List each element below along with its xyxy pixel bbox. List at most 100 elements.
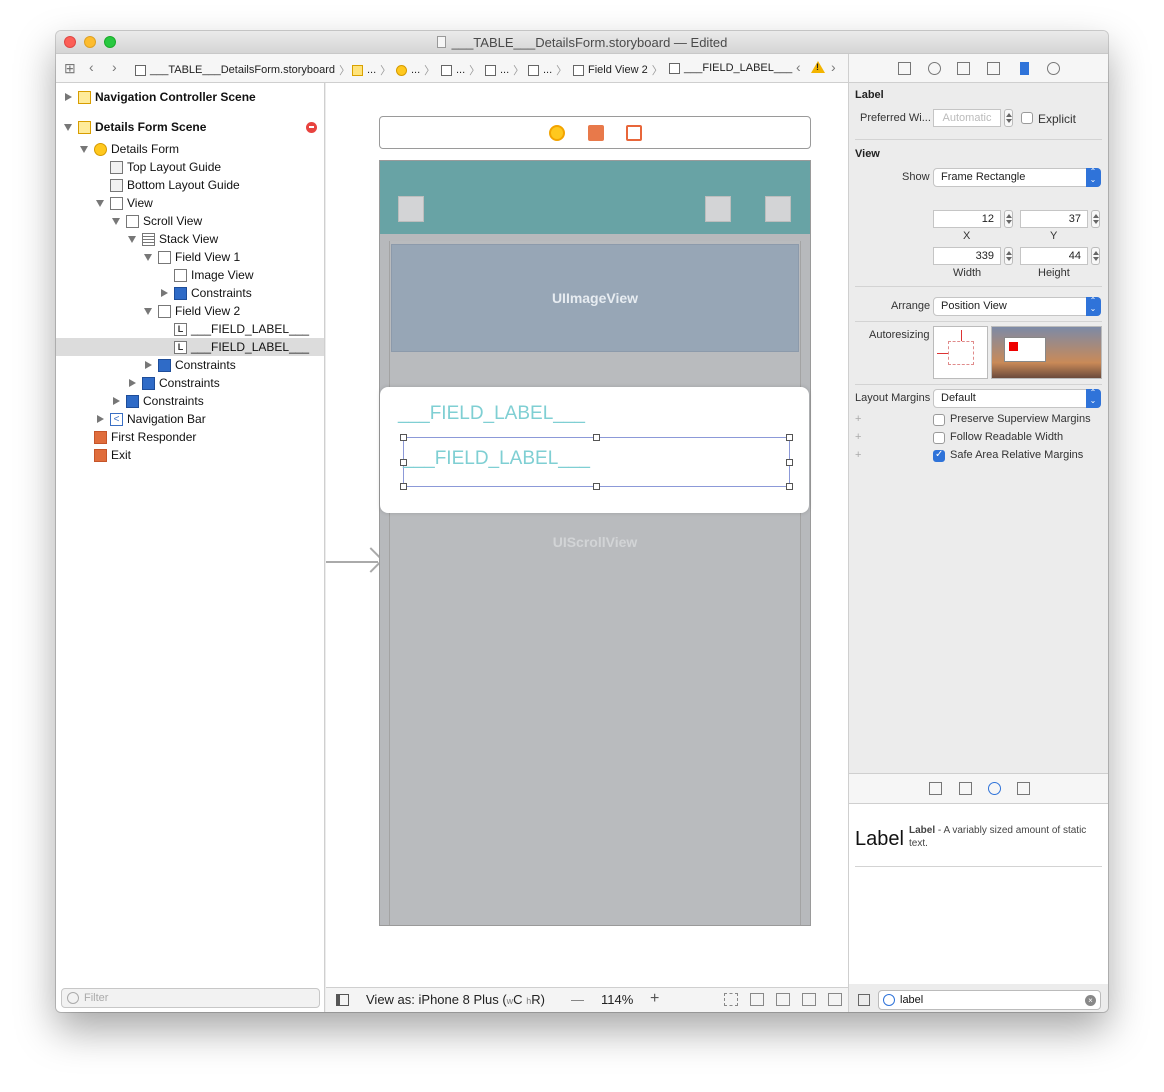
layout-margins-popup[interactable]: Default [933, 389, 1101, 408]
disclosure-triangle-icon[interactable] [80, 145, 88, 153]
disclosure-triangle-icon[interactable] [64, 123, 72, 131]
disclosure-triangle-icon[interactable] [145, 361, 152, 369]
y-stepper[interactable] [1091, 210, 1100, 228]
width-field[interactable]: 339 [933, 247, 1001, 265]
height-field[interactable]: 44 [1020, 247, 1088, 265]
view-as-device-button[interactable]: View as: iPhone 8 Plus (wC hR) [366, 992, 545, 1007]
outline-row-view[interactable]: View [56, 194, 324, 212]
variation-plus-button[interactable]: + [855, 413, 861, 425]
bar-button-item[interactable] [705, 196, 731, 222]
outline-row-field-label-selected[interactable]: L ___FIELD_LABEL___ [56, 338, 324, 356]
segue-arrow-icon[interactable] [326, 561, 378, 563]
variation-plus-button[interactable]: + [855, 431, 861, 443]
navigation-bar[interactable] [380, 161, 810, 234]
resize-handle[interactable] [400, 483, 407, 490]
add-constraints-icon[interactable] [802, 993, 816, 1006]
autoresizing-mask-editor[interactable] [933, 326, 988, 379]
update-frames-icon[interactable] [724, 993, 738, 1006]
library-filter-input[interactable]: label × [878, 990, 1101, 1010]
attributes-inspector-icon[interactable] [987, 62, 1000, 75]
outline-row-constraints[interactable]: Constraints [56, 284, 324, 302]
outline-filter-input[interactable]: Filter [61, 988, 320, 1008]
x-stepper[interactable] [1004, 210, 1013, 228]
scene-error-icon[interactable] [306, 122, 317, 133]
disclosure-triangle-icon[interactable] [65, 93, 72, 101]
resize-handle[interactable] [593, 483, 600, 490]
disclosure-triangle-icon[interactable] [144, 307, 152, 315]
resize-handle[interactable] [786, 434, 793, 441]
jump-bar-item-controller[interactable]: ... 〉 [396, 62, 439, 78]
disclosure-triangle-icon[interactable] [129, 379, 136, 387]
clear-filter-button[interactable]: × [1085, 995, 1096, 1006]
embed-in-stack-icon[interactable] [750, 993, 764, 1006]
jump-bar-item-scroll-view[interactable]: ... 〉 [485, 62, 528, 78]
field-label[interactable]: ___FIELD_LABEL___ [398, 403, 585, 425]
related-items-icon[interactable]: ⊞ [64, 60, 76, 77]
outline-row-stack-view[interactable]: Stack View [56, 230, 324, 248]
left-strut[interactable] [937, 353, 948, 354]
disclosure-triangle-icon[interactable] [113, 397, 120, 405]
align-icon[interactable] [776, 993, 790, 1006]
resolve-issues-icon[interactable] [828, 993, 842, 1006]
jump-bar-item-storyboard[interactable]: ___TABLE___DetailsForm.storyboard 〉 [135, 62, 354, 78]
warning-icon[interactable]: ! [811, 61, 825, 73]
first-responder-icon[interactable] [588, 125, 604, 141]
outline-row-field-view-1[interactable]: Field View 1 [56, 248, 324, 266]
bar-button-item[interactable] [398, 196, 424, 222]
details-form-view[interactable]: UIImageView UIScrollView [379, 160, 811, 926]
preferred-width-field[interactable]: Automatic [933, 109, 1001, 127]
next-issue-button[interactable]: › [831, 59, 836, 75]
outline-row-exit[interactable]: Exit [56, 446, 324, 464]
jump-bar-item-scene[interactable]: ... 〉 [352, 62, 395, 78]
object-library-icon[interactable] [988, 782, 1001, 795]
size-inspector-icon[interactable] [1020, 62, 1029, 75]
variation-plus-button[interactable]: + [855, 449, 861, 461]
media-library-icon[interactable] [1017, 782, 1030, 795]
disclosure-triangle-icon[interactable] [128, 235, 136, 243]
bar-button-item[interactable] [765, 196, 791, 222]
view-controller-icon[interactable] [549, 125, 565, 141]
library-item-preview[interactable]: Label [855, 828, 904, 851]
jump-bar-item-stack-view[interactable]: ... 〉 [528, 62, 571, 78]
show-popup[interactable]: Frame Rectangle [933, 168, 1101, 187]
connections-inspector-icon[interactable] [1047, 62, 1060, 75]
disclosure-triangle-icon[interactable] [112, 217, 120, 225]
resize-handle[interactable] [400, 434, 407, 441]
outline-row-field-label[interactable]: L ___FIELD_LABEL___ [56, 320, 324, 338]
top-strut[interactable] [961, 330, 962, 341]
resize-handle[interactable] [786, 459, 793, 466]
outline-row-scroll-view[interactable]: Scroll View [56, 212, 324, 230]
zoom-in-button[interactable]: + [650, 990, 659, 1008]
back-button[interactable]: ‹ [89, 59, 94, 75]
outline-row-image-view[interactable]: Image View [56, 266, 324, 284]
jump-bar-item-field-view-2[interactable]: Field View 2 〉 [573, 62, 667, 78]
outline-row-navigation-bar[interactable]: < Navigation Bar [56, 410, 324, 428]
forward-button[interactable]: › [112, 59, 117, 75]
resize-handle[interactable] [593, 434, 600, 441]
disclosure-triangle-icon[interactable] [97, 415, 104, 423]
height-stepper[interactable] [1091, 247, 1100, 265]
field-view-2[interactable]: ___FIELD_LABEL___ ___FIELD_LABEL___ [380, 387, 809, 513]
zoom-out-button[interactable]: — [571, 992, 584, 1007]
storyboard-canvas[interactable]: UIImageView UIScrollView ___FIELD_LABEL_… [326, 83, 848, 987]
exit-icon[interactable] [626, 125, 642, 141]
field-label-selected[interactable]: ___FIELD_LABEL___ [403, 448, 590, 470]
explicit-checkbox[interactable] [1021, 112, 1033, 124]
x-field[interactable]: 12 [933, 210, 1001, 228]
outline-row-top-layout-guide[interactable]: Top Layout Guide [56, 158, 324, 176]
jump-bar-item-view[interactable]: ... 〉 [441, 62, 484, 78]
disclosure-triangle-icon[interactable] [96, 199, 104, 207]
file-template-library-icon[interactable] [929, 782, 942, 795]
safe-area-relative-margins-checkbox[interactable] [933, 449, 945, 462]
disclosure-triangle-icon[interactable] [144, 253, 152, 261]
width-stepper[interactable] [1004, 247, 1013, 265]
zoom-level[interactable]: 114% [601, 992, 633, 1007]
file-inspector-icon[interactable] [898, 62, 911, 75]
outline-row-navigation-controller-scene[interactable]: Navigation Controller Scene [56, 88, 324, 106]
previous-issue-button[interactable]: ‹ [796, 59, 801, 75]
outline-row-bottom-layout-guide[interactable]: Bottom Layout Guide [56, 176, 324, 194]
outline-row-constraints[interactable]: Constraints [56, 392, 324, 410]
preserve-superview-margins-checkbox[interactable] [933, 414, 945, 426]
jump-bar-item-field-label[interactable]: ___FIELD_LABEL___ [669, 62, 792, 74]
image-view[interactable]: UIImageView [391, 244, 799, 352]
